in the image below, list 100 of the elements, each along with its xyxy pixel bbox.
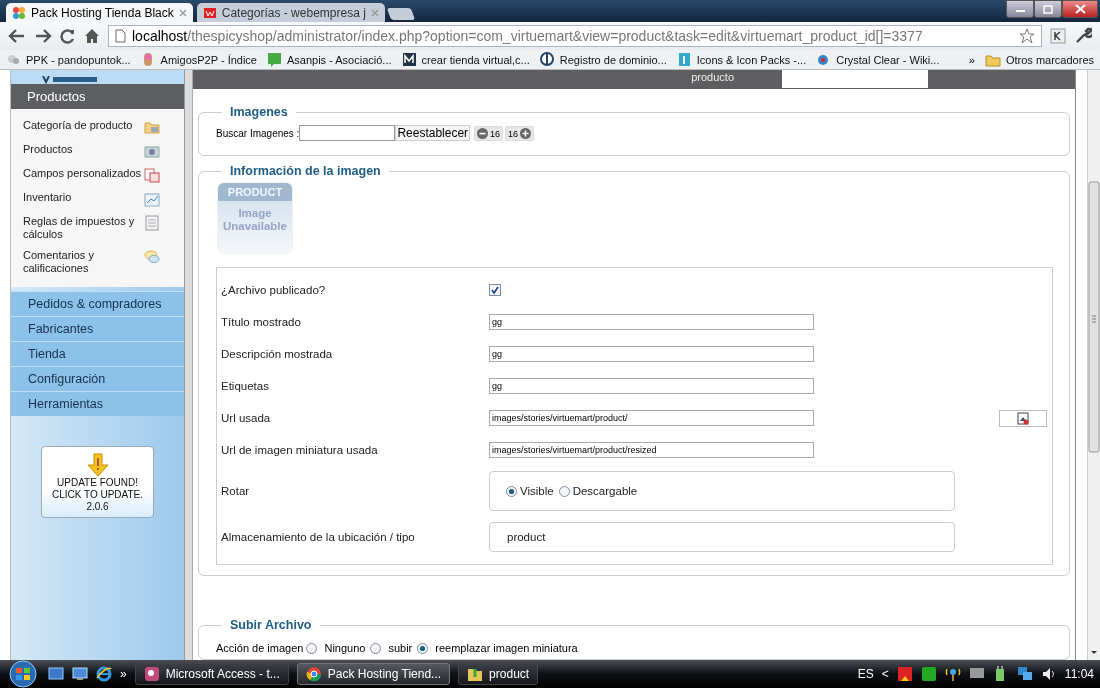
- bookmark[interactable]: crear tienda virtual,c...: [401, 52, 530, 67]
- text-field[interactable]: gg: [489, 314, 814, 330]
- field-label: Título mostrado: [221, 316, 302, 328]
- radio-button[interactable]: [506, 485, 517, 497]
- chat-bubble-icon: [267, 52, 282, 67]
- section-legend: Información de la imagen: [222, 164, 389, 178]
- field-label: ¿Archivo publicado?: [221, 284, 327, 296]
- bookmark[interactable]: PPK - pandopuntok...: [6, 52, 131, 67]
- i-logo-icon: [676, 52, 692, 67]
- radio-button[interactable]: [558, 485, 570, 497]
- folder-icon: [984, 52, 1001, 67]
- browser-tab[interactable]: Categorías - webempresa j: [196, 3, 385, 22]
- other-bookmarks[interactable]: Otros marcadores: [984, 52, 1094, 67]
- k-extension-icon[interactable]: [1050, 28, 1066, 44]
- image-file-icon: [1016, 411, 1030, 425]
- network-icon[interactable]: [1016, 666, 1033, 682]
- next-page-button[interactable]: 16: [505, 125, 535, 141]
- sidebar-menu-item[interactable]: Fabricantes: [11, 316, 184, 341]
- sidebar-item[interactable]: Campos personalizados: [11, 167, 184, 183]
- chart-icon: [144, 191, 160, 207]
- key-app-icon: [143, 666, 160, 682]
- close-icon: [1073, 4, 1087, 14]
- bookmark[interactable]: AmigosP2P - Índice: [140, 52, 257, 67]
- taskbar-button[interactable]: Microsoft Access - t...: [134, 663, 289, 685]
- bookmark[interactable]: Icons & Icon Packs -...: [676, 52, 807, 67]
- text-field[interactable]: gg: [489, 346, 814, 362]
- more-bookmarks-button[interactable]: »: [968, 53, 975, 66]
- star-icon[interactable]: [1019, 28, 1035, 44]
- home-icon[interactable]: [84, 28, 100, 44]
- radio-label: reemplazar imagen miniatura: [435, 642, 578, 654]
- documents-icon: [144, 167, 160, 183]
- text-field[interactable]: images/stories/virtuemart/product/: [489, 410, 814, 426]
- folder-icon: [144, 119, 160, 135]
- m-logo-icon: [401, 52, 417, 67]
- start-button[interactable]: [6, 660, 40, 688]
- minimize-button[interactable]: [1006, 0, 1034, 18]
- section-legend: Subir Archivo: [222, 618, 320, 632]
- antivirus-icon[interactable]: [896, 666, 913, 682]
- show-desktop-icon[interactable]: [48, 667, 64, 681]
- sidebar-section-header[interactable]: Productos: [11, 84, 184, 109]
- sidebar-menu-item[interactable]: Herramientas: [11, 391, 184, 416]
- close-button[interactable]: [1062, 0, 1098, 18]
- monitor-icon[interactable]: [72, 667, 88, 681]
- wireless-icon[interactable]: [944, 666, 961, 682]
- clock[interactable]: 11:04: [1064, 667, 1094, 681]
- browser-tab[interactable]: Pack Hosting Tienda Black: [6, 3, 193, 22]
- previous-page-button[interactable]: 16: [474, 125, 504, 141]
- bookmark[interactable]: Asanpis - Asociació...: [267, 52, 392, 67]
- radio-label: Descargable: [572, 485, 638, 497]
- update-button[interactable]: UPDATE FOUND! CLICK TO UPDATE. 2.0.6: [41, 446, 154, 518]
- sidebar-item[interactable]: Categoría de producto: [11, 119, 184, 135]
- radio-button[interactable]: [370, 642, 382, 654]
- more-button[interactable]: »: [120, 667, 127, 681]
- language-indicator[interactable]: ES: [857, 667, 874, 681]
- show-hidden-icons-button[interactable]: <: [881, 667, 889, 681]
- sidebar-menu-item[interactable]: Tienda: [11, 341, 184, 366]
- radio-label: Visible: [520, 485, 554, 497]
- wrench-icon[interactable]: [1074, 27, 1092, 45]
- sidebar-menu-item[interactable]: Configuración: [11, 366, 184, 391]
- sidebar-item[interactable]: Inventario: [11, 191, 184, 207]
- checkbox[interactable]: [489, 284, 501, 296]
- radio-button[interactable]: [306, 642, 318, 654]
- sidebar-item[interactable]: Reglas de impuestos y cálculos: [11, 215, 184, 241]
- field-label: Url usada: [221, 412, 272, 424]
- reset-button[interactable]: Reestablecer: [395, 125, 471, 141]
- chrome-icon: [305, 666, 322, 682]
- new-tab-button[interactable]: [386, 8, 415, 20]
- browse-button[interactable]: [999, 409, 1047, 427]
- app-icon[interactable]: [920, 666, 937, 682]
- address-bar[interactable]: localhost/thespicyshop/administrator/index.php?option=com_virtuemart&view=product&task=edit&virtuemart_product_id[]=3377: [108, 25, 1042, 47]
- text-field[interactable]: images/stories/virtuemart/product/resized: [489, 442, 814, 458]
- search-field[interactable]: [299, 125, 396, 141]
- forward-icon[interactable]: [34, 28, 52, 44]
- maximize-icon: [1041, 4, 1055, 14]
- close-icon[interactable]: [178, 8, 187, 17]
- sidebar-item[interactable]: Productos: [11, 143, 184, 159]
- reload-icon[interactable]: [60, 28, 76, 44]
- text-field[interactable]: gg: [489, 378, 814, 394]
- folder-icon: [467, 666, 484, 682]
- speech-bubbles-icon: [144, 249, 160, 265]
- field-label: Descripción mostrada: [221, 348, 334, 360]
- taskbar-button[interactable]: Pack Hosting Tiend...: [296, 663, 451, 685]
- radio-button[interactable]: [417, 642, 429, 654]
- sidebar-item[interactable]: Comentarios y calificaciones: [11, 249, 184, 275]
- bookmark[interactable]: Crystal Clear - Wiki...: [816, 52, 940, 67]
- circle-logo-icon: [539, 52, 555, 67]
- sidebar-menu-item[interactable]: Pedidos & compradores: [11, 291, 184, 316]
- speaker-icon[interactable]: [1040, 666, 1057, 682]
- image-unavailable-thumbnail: PRODUCT Image Unavailable: [218, 183, 292, 253]
- warning-arrow-icon: [86, 453, 109, 477]
- maximize-button[interactable]: [1034, 0, 1062, 18]
- browser-e-icon[interactable]: [96, 666, 112, 682]
- back-icon[interactable]: [8, 28, 26, 44]
- bookmark[interactable]: Registro de dominio...: [539, 52, 667, 67]
- field-label: Acción de imagen: [216, 642, 304, 654]
- calendar-icon: [144, 215, 160, 231]
- taskbar-button[interactable]: product: [458, 663, 539, 685]
- field-label: Almacenamiento de la ubicación / tipo: [221, 531, 416, 543]
- url-text: localhost/thespicyshop/administrator/index.php?option=com_virtuemart&view=product&task=edit&virtuemart_product_id[]=3377: [132, 28, 923, 44]
- minus-icon: [477, 127, 489, 139]
